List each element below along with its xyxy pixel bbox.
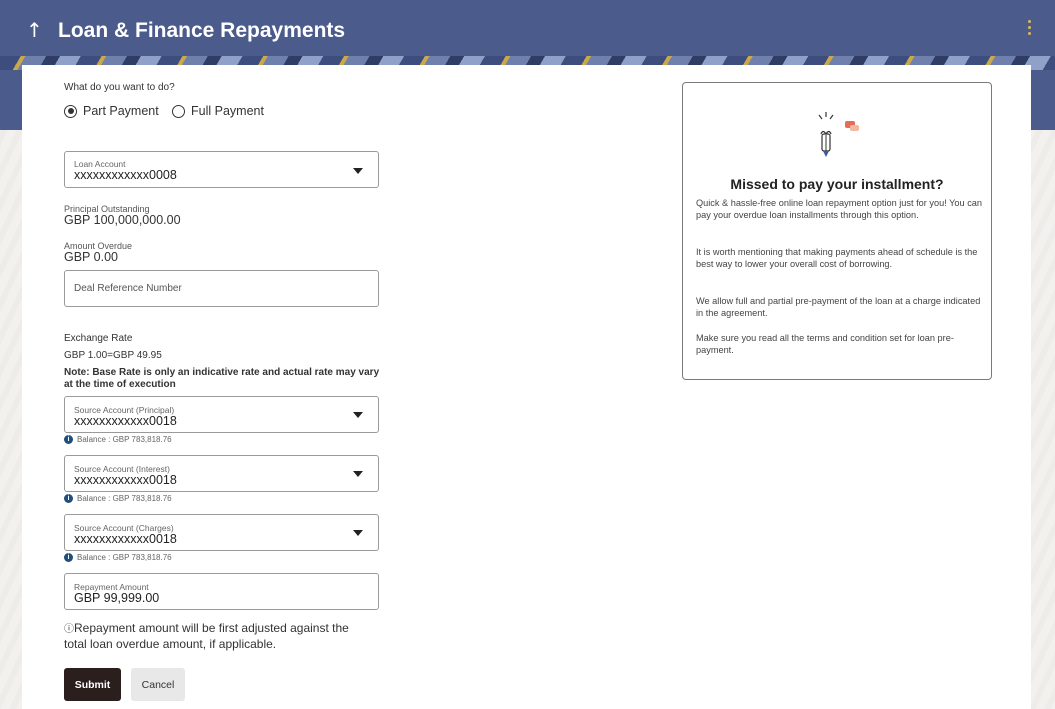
info-circle-icon: ⓘ (64, 624, 74, 635)
source-account-principal-select[interactable]: Source Account (Principal) xxxxxxxxxxxx0… (64, 396, 379, 433)
exchange-rate-note: Note: Base Rate is only an indicative ra… (64, 367, 380, 390)
cancel-button[interactable]: Cancel (131, 668, 185, 701)
info-paragraph: It is worth mentioning that making payme… (696, 247, 978, 269)
chevron-down-icon (353, 530, 363, 536)
radio-selected-icon (64, 104, 77, 118)
info-paragraph: We allow full and partial pre-payment of… (696, 296, 981, 318)
info-panel-title: Missed to pay your installment? (730, 176, 944, 192)
source-interest-value: xxxxxxxxxxxx0018 (74, 473, 177, 487)
repayment-hint: ⓘRepayment amount will be first adjusted… (64, 621, 364, 652)
exchange-rate-label: Exchange Rate (64, 333, 133, 344)
balance-text: Balance : GBP 783,818.76 (77, 435, 172, 444)
source-account-interest-select[interactable]: Source Account (Interest) xxxxxxxxxxxx00… (64, 455, 379, 492)
source-charges-balance: i Balance : GBP 783,818.76 (64, 553, 172, 562)
balance-text: Balance : GBP 783,818.76 (77, 494, 172, 503)
payment-question: What do you want to do? (64, 82, 175, 93)
source-principal-balance: i Balance : GBP 783,818.76 (64, 435, 172, 444)
kebab-menu-icon[interactable] (1028, 20, 1032, 36)
source-interest-balance: i Balance : GBP 783,818.76 (64, 494, 172, 503)
lamp-idea-icon (818, 112, 859, 157)
repayment-amount-input[interactable]: Repayment Amount GBP 99,999.00 (64, 573, 379, 610)
radio-part-payment[interactable]: Part Payment (64, 104, 159, 118)
page-title: Loan & Finance Repayments (58, 19, 346, 42)
info-icon: i (64, 553, 73, 562)
amount-overdue-value: GBP 0.00 (64, 250, 118, 264)
source-charges-value: xxxxxxxxxxxx0018 (74, 532, 177, 546)
radio-part-payment-label: Part Payment (83, 104, 159, 118)
radio-unselected-icon (172, 104, 185, 118)
info-icon: i (64, 435, 73, 444)
repayment-hint-text: Repayment amount will be first adjusted … (64, 621, 349, 651)
chevron-down-icon (353, 168, 363, 174)
arrow-up-icon[interactable]: ↑ (26, 18, 43, 42)
info-panel: Missed to pay your installment? Quick & … (682, 82, 992, 380)
submit-button[interactable]: Submit (64, 668, 121, 701)
deal-reference-input[interactable]: Deal Reference Number (64, 270, 379, 307)
chevron-down-icon (353, 471, 363, 477)
source-principal-value: xxxxxxxxxxxx0018 (74, 414, 177, 428)
balance-text: Balance : GBP 783,818.76 (77, 553, 172, 562)
info-paragraph: Make sure you read all the terms and con… (696, 333, 954, 355)
chevron-down-icon (353, 412, 363, 418)
repayment-amount-value: GBP 99,999.00 (74, 591, 160, 605)
loan-account-select[interactable]: Loan Account xxxxxxxxxxxx0008 (64, 151, 379, 188)
deal-reference-placeholder: Deal Reference Number (74, 283, 182, 294)
principal-outstanding-value: GBP 100,000,000.00 (64, 213, 181, 227)
info-icon: i (64, 494, 73, 503)
source-account-charges-select[interactable]: Source Account (Charges) xxxxxxxxxxxx001… (64, 514, 379, 551)
loan-account-value: xxxxxxxxxxxx0008 (74, 168, 177, 182)
info-paragraph: Quick & hassle-free online loan repaymen… (696, 198, 983, 220)
exchange-rate-value: GBP 1.00=GBP 49.95 (64, 350, 162, 361)
radio-full-payment-label: Full Payment (191, 104, 264, 118)
radio-full-payment[interactable]: Full Payment (172, 104, 264, 118)
